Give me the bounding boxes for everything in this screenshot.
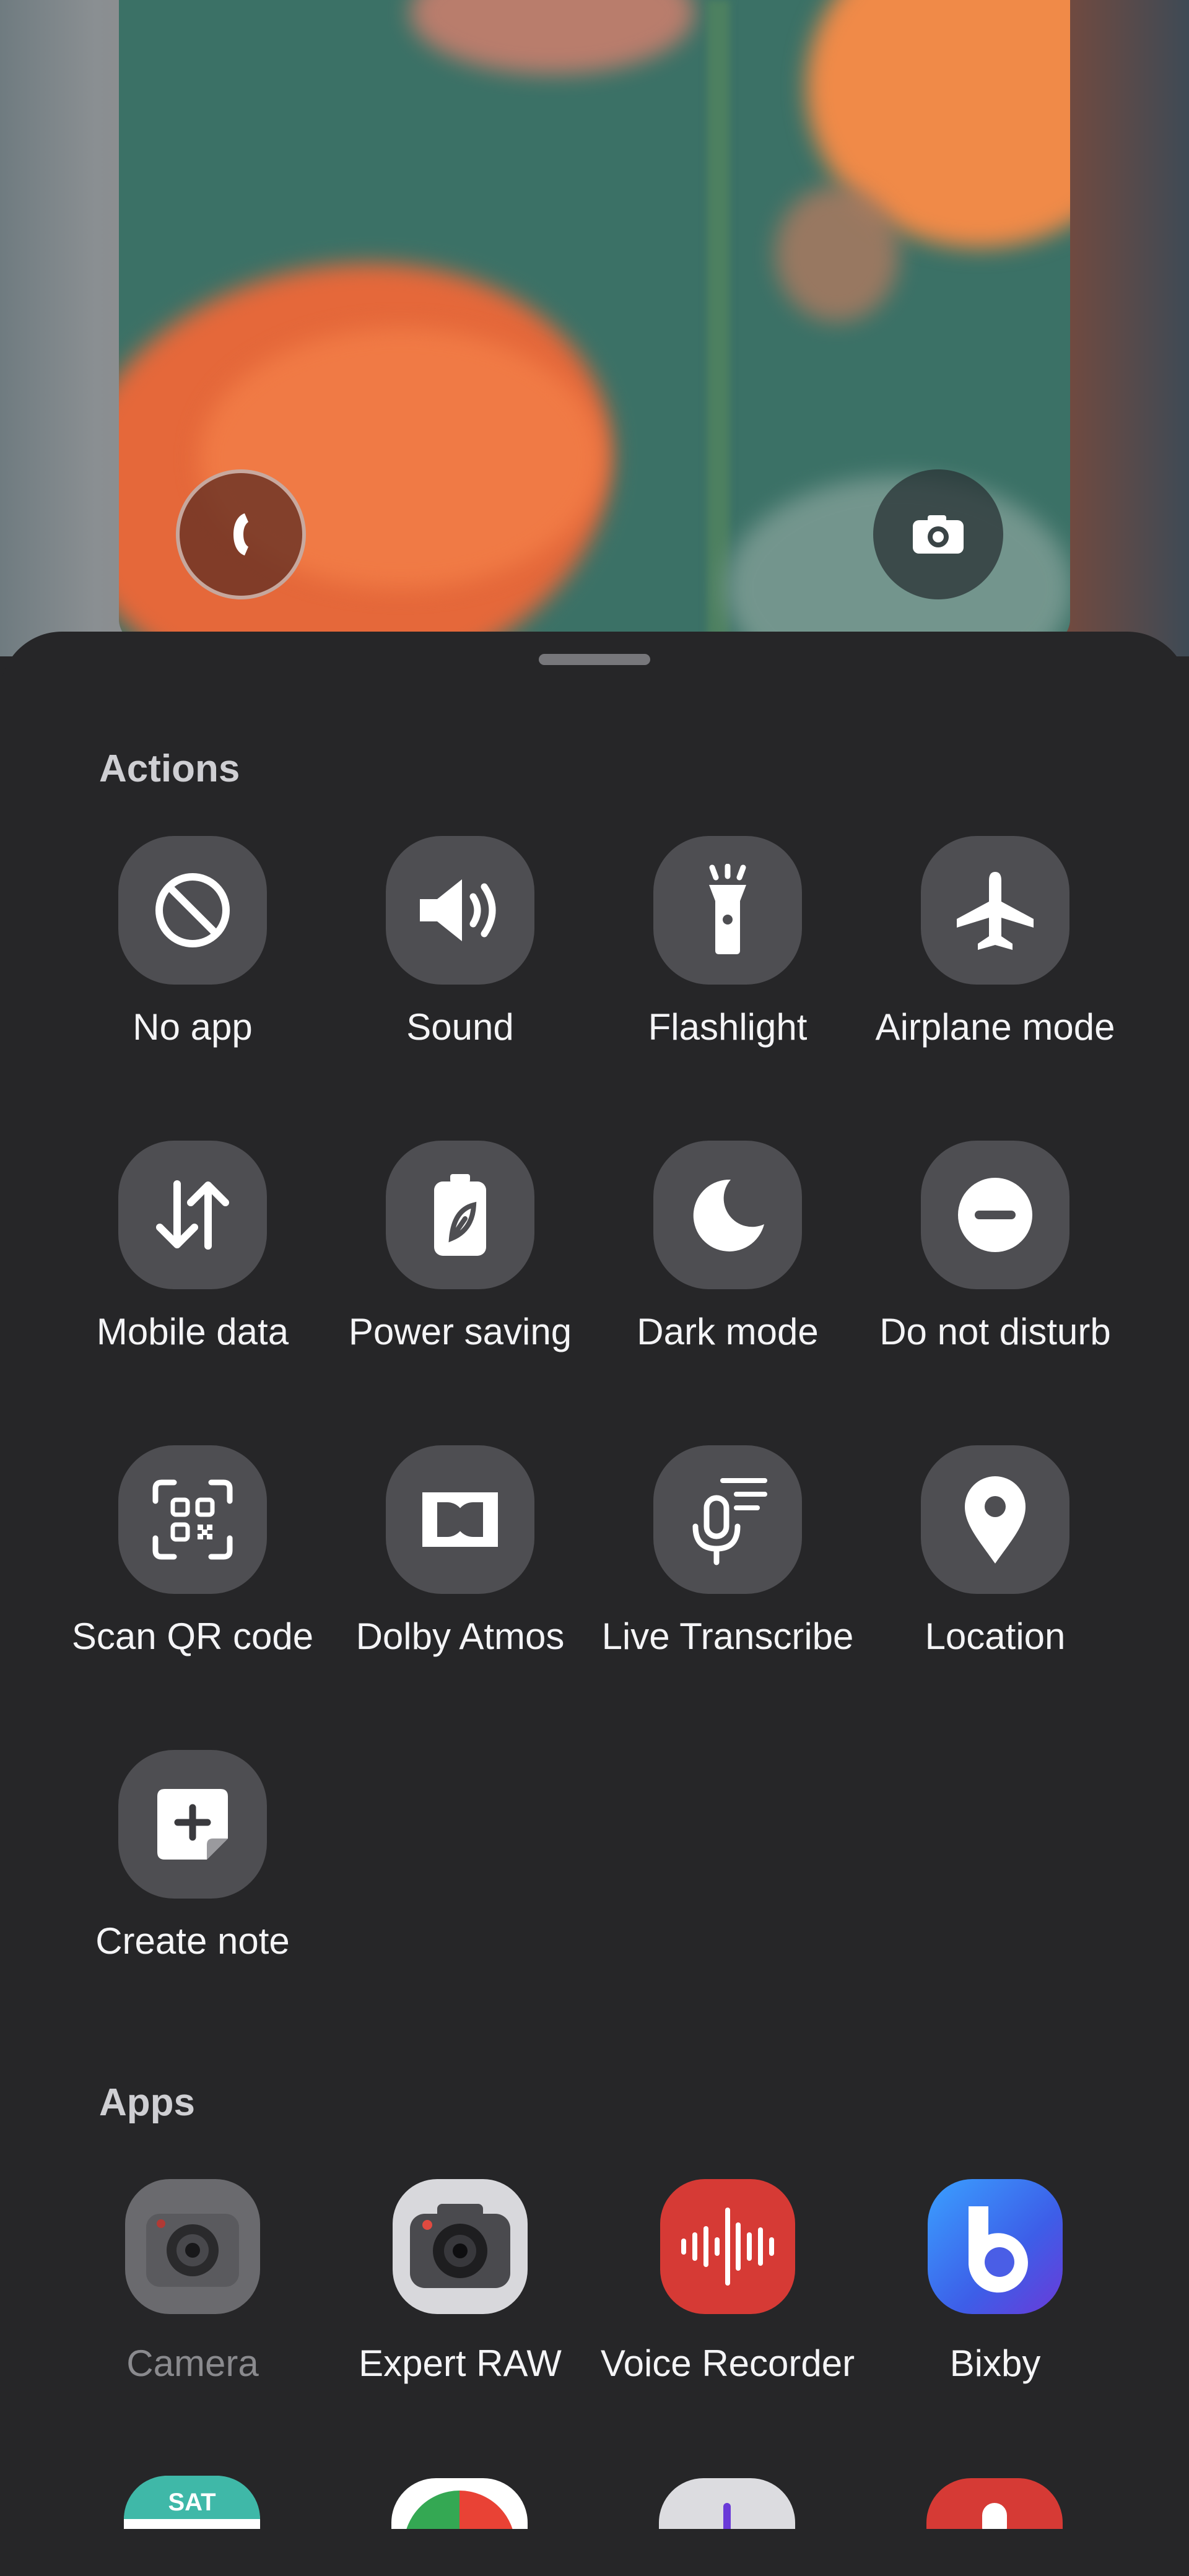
create-note-icon <box>118 1750 267 1899</box>
airplane-icon <box>921 836 1069 985</box>
sheet-bottom-fade <box>0 2529 1189 2576</box>
action-sound[interactable]: Sound <box>326 836 594 1053</box>
live-transcribe-icon <box>653 1445 802 1594</box>
flashlight-icon <box>653 836 802 985</box>
action-scan-qr-code[interactable]: Scan QR code <box>59 1445 326 1662</box>
action-flashlight[interactable]: Flashlight <box>594 836 861 1053</box>
action-label: Scan QR code <box>71 1616 314 1657</box>
phone-icon <box>233 513 248 555</box>
action-label: Create note <box>95 1920 290 1962</box>
app-calendar-partial[interactable]: SAT <box>124 2476 260 2538</box>
action-airplane-mode[interactable]: Airplane mode <box>861 836 1129 1053</box>
actions-section-title: Actions <box>99 747 240 790</box>
action-label: Sound <box>406 1006 514 1048</box>
calendar-day-label: SAT <box>168 2489 216 2516</box>
location-icon <box>921 1445 1069 1594</box>
action-dolby-atmos[interactable]: Dolby Atmos <box>326 1445 594 1662</box>
expert-raw-icon <box>386 2172 534 2321</box>
do-not-disturb-icon <box>921 1141 1069 1289</box>
app-label: Camera <box>126 2343 259 2384</box>
no-app-icon <box>118 836 267 985</box>
action-label: Flashlight <box>648 1006 808 1048</box>
action-create-note[interactable]: Create note <box>59 1750 326 1967</box>
qr-code-icon <box>118 1445 267 1594</box>
action-label: No app <box>133 1006 253 1048</box>
apps-section-title: Apps <box>99 2081 195 2124</box>
action-label: Dark mode <box>637 1311 819 1352</box>
action-label: Live Transcribe <box>601 1616 854 1657</box>
action-power-saving[interactable]: Power saving <box>326 1141 594 1357</box>
sheet-drag-handle[interactable] <box>539 654 650 665</box>
shortcut-picker-sheet: Actions No app Sound Flashlight Airplane… <box>0 632 1189 2576</box>
action-no-app[interactable]: No app <box>59 836 326 1053</box>
voice-recorder-icon <box>653 2172 802 2321</box>
app-expert-raw[interactable]: Expert RAW <box>326 2172 594 2389</box>
left-shortcut-phone-button[interactable] <box>176 469 306 599</box>
dolby-icon <box>386 1445 534 1594</box>
action-label: Dolby Atmos <box>355 1616 565 1657</box>
action-label: Airplane mode <box>875 1006 1115 1048</box>
power-saving-icon <box>386 1141 534 1289</box>
action-location[interactable]: Location <box>861 1445 1129 1662</box>
calendar-icon: SAT <box>124 2476 260 2538</box>
app-label: Expert RAW <box>359 2343 562 2384</box>
bixby-icon <box>921 2172 1069 2321</box>
app-camera[interactable]: Camera <box>59 2172 326 2389</box>
app-label: Bixby <box>949 2343 1041 2384</box>
app-label: Voice Recorder <box>600 2343 855 2384</box>
camera-app-icon <box>118 2172 267 2321</box>
action-label: Mobile data <box>96 1311 289 1352</box>
dark-mode-icon <box>653 1141 802 1289</box>
action-label: Do not disturb <box>879 1311 1111 1352</box>
action-dark-mode[interactable]: Dark mode <box>594 1141 861 1357</box>
action-live-transcribe[interactable]: Live Transcribe <box>594 1445 861 1662</box>
action-mobile-data[interactable]: Mobile data <box>59 1141 326 1357</box>
sound-icon <box>386 836 534 985</box>
app-voice-recorder[interactable]: Voice Recorder <box>594 2172 861 2389</box>
action-do-not-disturb[interactable]: Do not disturb <box>861 1141 1129 1357</box>
action-label: Location <box>925 1616 1066 1657</box>
mobile-data-icon <box>118 1141 267 1289</box>
action-label: Power saving <box>348 1311 572 1352</box>
app-bixby[interactable]: Bixby <box>861 2172 1129 2389</box>
lock-screen-preview <box>119 0 1070 644</box>
camera-icon <box>913 515 964 554</box>
right-shortcut-camera-button[interactable] <box>873 469 1003 599</box>
